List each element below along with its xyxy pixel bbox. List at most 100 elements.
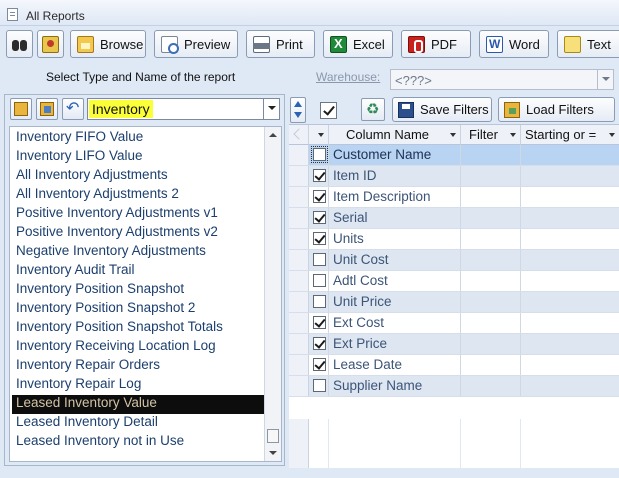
- row-selector[interactable]: [289, 355, 309, 375]
- scrollbar-thumb[interactable]: [267, 429, 279, 443]
- table-row[interactable]: Unit Price: [289, 292, 619, 313]
- row-selector[interactable]: [289, 313, 309, 333]
- list-item[interactable]: Inventory LIFO Value: [16, 148, 143, 167]
- clear-filters-button[interactable]: [361, 98, 385, 121]
- filter-cell[interactable]: [461, 145, 521, 165]
- row-selector-header[interactable]: [289, 125, 309, 145]
- chevron-down-icon[interactable]: [597, 70, 613, 89]
- table-row[interactable]: Serial: [289, 208, 619, 229]
- table-row[interactable]: Ext Price: [289, 334, 619, 355]
- table-row[interactable]: Item ID: [289, 166, 619, 187]
- list-item[interactable]: Inventory FIFO Value: [16, 129, 143, 148]
- move-up-down-button[interactable]: [290, 97, 306, 123]
- filter-dropdown-icon[interactable]: [510, 133, 516, 137]
- check-column-header[interactable]: [309, 125, 329, 145]
- list-item[interactable]: Inventory Receiving Location Log: [16, 338, 216, 357]
- list-item[interactable]: Inventory Repair Log: [16, 376, 141, 395]
- print-button[interactable]: Print: [246, 30, 315, 58]
- browse-button[interactable]: Browse: [70, 30, 146, 58]
- list-item[interactable]: Inventory Audit Trail: [16, 262, 135, 281]
- include-column-checkbox[interactable]: [313, 337, 326, 350]
- filter-cell[interactable]: [461, 187, 521, 207]
- starting-value-cell[interactable]: [521, 313, 619, 333]
- include-column-checkbox[interactable]: [313, 295, 326, 308]
- include-column-checkbox[interactable]: [313, 379, 326, 392]
- filter-cell[interactable]: [461, 313, 521, 333]
- save-filters-button[interactable]: Save Filters: [392, 97, 492, 122]
- table-row[interactable]: Units: [289, 229, 619, 250]
- starting-value-cell[interactable]: [521, 292, 619, 312]
- filter-cell[interactable]: [461, 355, 521, 375]
- row-selector[interactable]: [289, 271, 309, 291]
- include-column-checkbox[interactable]: [313, 169, 326, 182]
- filter-dropdown-icon[interactable]: [318, 133, 324, 137]
- row-selector[interactable]: [289, 334, 309, 354]
- starting-value-cell[interactable]: [521, 334, 619, 354]
- open-folder-button[interactable]: [10, 98, 32, 120]
- starting-value-cell[interactable]: [521, 355, 619, 375]
- starting-value-cell[interactable]: [521, 145, 619, 165]
- list-item[interactable]: Inventory Position Snapshot 2: [16, 300, 195, 319]
- row-selector[interactable]: [289, 208, 309, 228]
- include-column-checkbox[interactable]: [313, 274, 326, 287]
- list-item[interactable]: Inventory Position Snapshot Totals: [16, 319, 223, 338]
- filter-cell[interactable]: [461, 208, 521, 228]
- row-selector[interactable]: [289, 145, 309, 165]
- starting-value-cell[interactable]: [521, 229, 619, 249]
- include-column-checkbox[interactable]: [313, 232, 326, 245]
- edit-report-button[interactable]: [36, 98, 58, 120]
- filter-cell[interactable]: [461, 292, 521, 312]
- starting-value-cell[interactable]: [521, 271, 619, 291]
- list-item[interactable]: Positive Inventory Adjustments v1: [16, 205, 218, 224]
- include-column-checkbox[interactable]: [313, 190, 326, 203]
- chevron-down-icon[interactable]: [263, 99, 279, 119]
- row-selector[interactable]: [289, 166, 309, 186]
- list-item[interactable]: Positive Inventory Adjustments v2: [16, 224, 218, 243]
- report-type-select[interactable]: Inventory: [87, 98, 280, 120]
- row-selector[interactable]: [289, 292, 309, 312]
- filter-cell[interactable]: [461, 271, 521, 291]
- filter-cell[interactable]: [461, 376, 521, 396]
- list-item[interactable]: All Inventory Adjustments: [16, 167, 168, 186]
- scroll-up-icon[interactable]: [265, 127, 281, 143]
- filter-cell[interactable]: [461, 166, 521, 186]
- text-button[interactable]: Text: [557, 30, 619, 58]
- find-button[interactable]: [6, 30, 33, 58]
- list-item[interactable]: All Inventory Adjustments 2: [16, 186, 179, 205]
- include-column-checkbox[interactable]: [313, 211, 326, 224]
- list-item[interactable]: Leased Inventory not in Use: [16, 433, 184, 452]
- row-selector[interactable]: [289, 376, 309, 396]
- column-filter-grid[interactable]: Column Name Filter Starting or = Custome…: [289, 124, 619, 468]
- report-list-scrollbar[interactable]: [264, 127, 281, 461]
- include-column-checkbox[interactable]: [313, 253, 326, 266]
- include-column-checkbox[interactable]: [313, 316, 326, 329]
- table-row[interactable]: Adtl Cost: [289, 271, 619, 292]
- table-row[interactable]: Customer Name: [289, 145, 619, 166]
- load-filters-button[interactable]: Load Filters: [498, 97, 615, 122]
- filter-cell[interactable]: [461, 334, 521, 354]
- list-item[interactable]: Inventory Repair Orders: [16, 357, 160, 376]
- filter-header[interactable]: Filter: [461, 125, 521, 145]
- list-item[interactable]: Inventory Position Snapshot: [16, 281, 184, 300]
- table-row[interactable]: Supplier Name: [289, 376, 619, 397]
- table-row[interactable]: Ext Cost: [289, 313, 619, 334]
- row-selector[interactable]: [289, 250, 309, 270]
- include-column-checkbox[interactable]: [311, 146, 328, 163]
- filter-dropdown-icon[interactable]: [609, 133, 615, 137]
- preview-button[interactable]: Preview: [154, 30, 238, 58]
- excel-button[interactable]: Excel: [323, 30, 393, 58]
- include-column-checkbox[interactable]: [313, 358, 326, 371]
- starting-value-cell[interactable]: [521, 166, 619, 186]
- table-row[interactable]: Unit Cost: [289, 250, 619, 271]
- starting-value-cell[interactable]: [521, 376, 619, 396]
- pdf-button[interactable]: PDF: [401, 30, 471, 58]
- list-item-selected[interactable]: Leased Inventory Value: [12, 395, 265, 414]
- table-row[interactable]: Item Description: [289, 187, 619, 208]
- list-item[interactable]: Leased Inventory Detail: [16, 414, 158, 433]
- select-all-checkbox[interactable]: [320, 102, 337, 119]
- list-item[interactable]: Negative Inventory Adjustments: [16, 243, 206, 262]
- filter-cell[interactable]: [461, 250, 521, 270]
- report-list[interactable]: Inventory FIFO Value Inventory LIFO Valu…: [9, 126, 282, 462]
- undo-button[interactable]: [62, 98, 84, 120]
- filter-cell[interactable]: [461, 229, 521, 249]
